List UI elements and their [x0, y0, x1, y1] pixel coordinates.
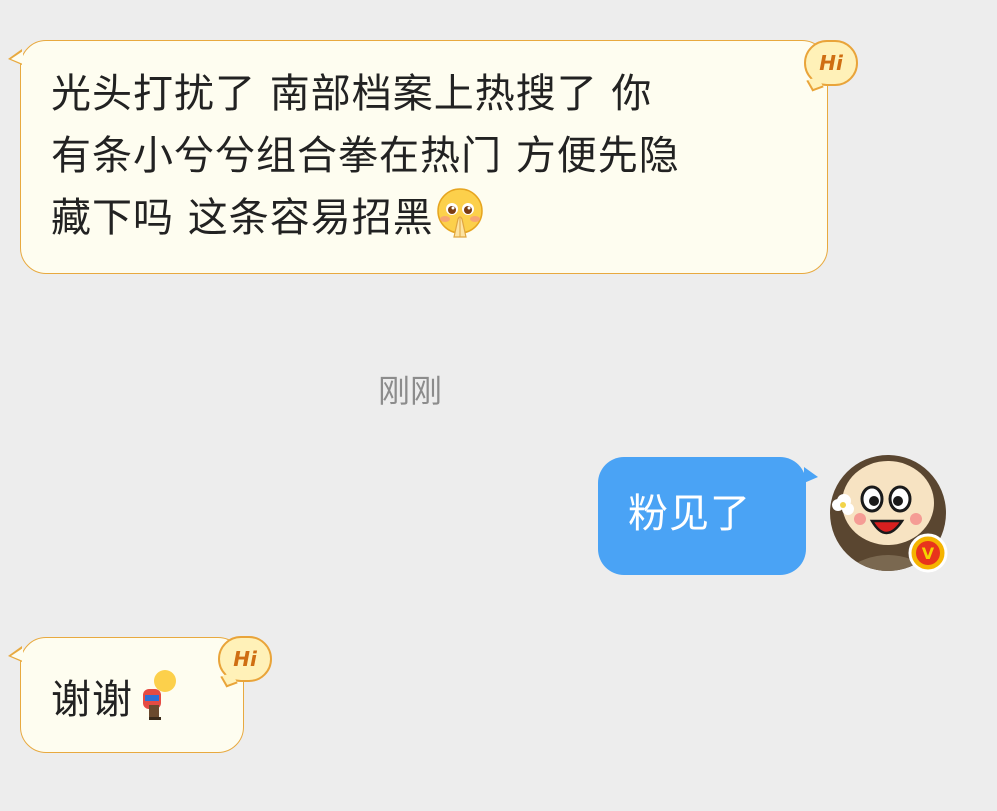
verified-badge-text: V: [922, 544, 935, 563]
message-bubble-outgoing[interactable]: 粉见了: [598, 457, 818, 575]
hi-badge-icon: Hi: [218, 636, 272, 682]
message-line: 光头打扰了 南部档案上热搜了 你: [51, 71, 653, 117]
message-bubble-incoming[interactable]: 谢谢: [8, 637, 244, 753]
message-text-content: 谢谢: [51, 677, 133, 723]
verified-badge-icon: V: [908, 533, 948, 573]
pleading-hands-emoji: [434, 187, 486, 257]
message-text: 谢谢: [51, 665, 213, 739]
message-timestamp: 刚刚: [377, 372, 442, 410]
message-line: 藏下吗 这条容易招黑: [51, 187, 797, 257]
bowing-person-emoji: [133, 665, 181, 739]
message-text: 光头打扰了 南部档案上热搜了 你 有条小兮兮组合拳在热门 方便先隐 藏下吗 这条…: [51, 63, 797, 257]
bubble-tail-inner: [11, 648, 23, 661]
message-line-text: 藏下吗 这条容易招黑: [51, 195, 434, 241]
message-bubble-incoming[interactable]: 光头打扰了 南部档案上热搜了 你 有条小兮兮组合拳在热门 方便先隐 藏下吗 这条…: [8, 40, 828, 274]
message-line: 有条小兮兮组合拳在热门 方便先隐: [51, 133, 680, 179]
user-avatar[interactable]: V: [830, 455, 950, 575]
hi-badge-icon: Hi: [804, 40, 858, 86]
bubble-tail: [804, 467, 818, 483]
message-text: 粉见了: [628, 491, 751, 537]
bubble-tail-inner: [11, 51, 23, 64]
